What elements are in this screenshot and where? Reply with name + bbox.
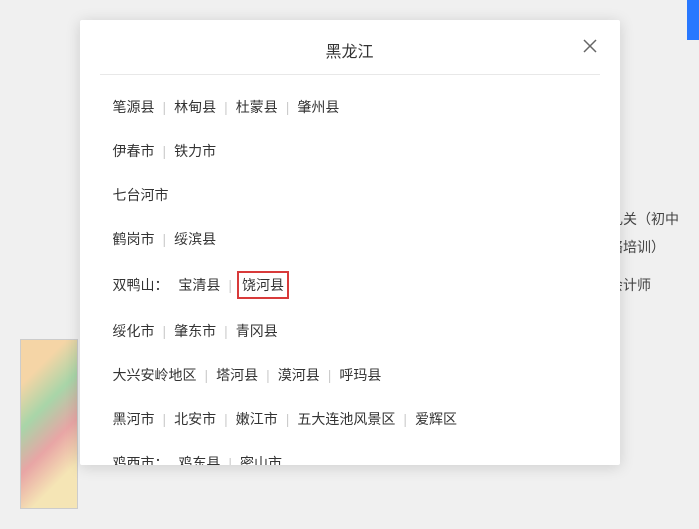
region-row: 双鸭山： 宝清县|饶河县 (110, 271, 620, 299)
separator: | (224, 408, 228, 430)
region-item[interactable]: 嫩江市 (233, 407, 281, 431)
region-selector-modal: 黑龙江 笔源县|林甸县|杜蒙县|肇州县伊春市|铁力市七台河市鹤岗市|绥滨县双鸭山… (80, 20, 620, 465)
region-item[interactable]: 鹤岗市 (110, 227, 158, 251)
region-prefix[interactable]: 双鸭山： (110, 273, 172, 297)
separator: | (228, 274, 232, 296)
region-item[interactable]: 呼玛县 (336, 363, 384, 387)
separator: | (266, 364, 270, 386)
separator: | (224, 320, 228, 342)
region-row: 绥化市|肇东市|青冈县 (110, 319, 620, 343)
separator: | (163, 228, 167, 250)
region-item[interactable]: 绥滨县 (171, 227, 219, 251)
region-row: 伊春市|铁力市 (110, 139, 620, 163)
region-item[interactable]: 鸡东县 (175, 451, 223, 465)
region-item[interactable]: 宝清县 (175, 273, 223, 297)
separator: | (286, 408, 290, 430)
separator: | (403, 408, 407, 430)
region-item[interactable]: 青冈县 (233, 319, 281, 343)
modal-body[interactable]: 笔源县|林甸县|杜蒙县|肇州县伊春市|铁力市七台河市鹤岗市|绥滨县双鸭山： 宝清… (80, 75, 620, 465)
close-icon (582, 38, 598, 54)
modal-header: 黑龙江 (100, 20, 600, 75)
separator: | (286, 96, 290, 118)
region-item[interactable]: 五大连池风景区 (294, 407, 398, 431)
region-item[interactable]: 饶河县 (237, 271, 289, 299)
separator: | (224, 96, 228, 118)
separator: | (228, 452, 232, 465)
region-item[interactable]: 塔河县 (213, 363, 261, 387)
region-item[interactable]: 北安市 (171, 407, 219, 431)
modal-title: 黑龙江 (325, 38, 373, 62)
separator: | (163, 408, 167, 430)
region-item[interactable]: 林甸县 (171, 95, 219, 119)
separator: | (205, 364, 209, 386)
modal-overlay: 黑龙江 笔源县|林甸县|杜蒙县|肇州县伊春市|铁力市七台河市鹤岗市|绥滨县双鸭山… (0, 0, 699, 529)
separator: | (328, 364, 332, 386)
region-item[interactable]: 绥化市 (110, 319, 158, 343)
region-row: 黑河市|北安市|嫩江市|五大连池风景区|爱辉区 (110, 407, 620, 431)
separator: | (163, 96, 167, 118)
region-item[interactable]: 笔源县 (110, 95, 158, 119)
separator: | (163, 140, 167, 162)
region-item[interactable]: 密山市 (237, 451, 285, 465)
region-item[interactable]: 杜蒙县 (233, 95, 281, 119)
region-row: 鸡西市： 鸡东县 | 密山市 (110, 451, 620, 465)
region-item[interactable]: 漠河县 (275, 363, 323, 387)
separator: | (163, 320, 167, 342)
region-item[interactable]: 伊春市 (110, 139, 158, 163)
region-prefix[interactable]: 鸡西市： (110, 451, 172, 465)
region-item[interactable]: 肇东市 (171, 319, 219, 343)
region-item[interactable]: 七台河市 (110, 183, 172, 207)
region-row: 大兴安岭地区|塔河县|漠河县|呼玛县 (110, 363, 620, 387)
close-button[interactable] (580, 36, 600, 56)
region-row: 笔源县|林甸县|杜蒙县|肇州县 (110, 95, 620, 119)
region-item[interactable]: 大兴安岭地区 (110, 363, 200, 387)
region-row: 七台河市 (110, 183, 620, 207)
region-item[interactable]: 爱辉区 (412, 407, 460, 431)
region-item[interactable]: 肇州县 (294, 95, 342, 119)
region-item[interactable]: 铁力市 (171, 139, 219, 163)
region-row: 鹤岗市|绥滨县 (110, 227, 620, 251)
region-item[interactable]: 黑河市 (110, 407, 158, 431)
